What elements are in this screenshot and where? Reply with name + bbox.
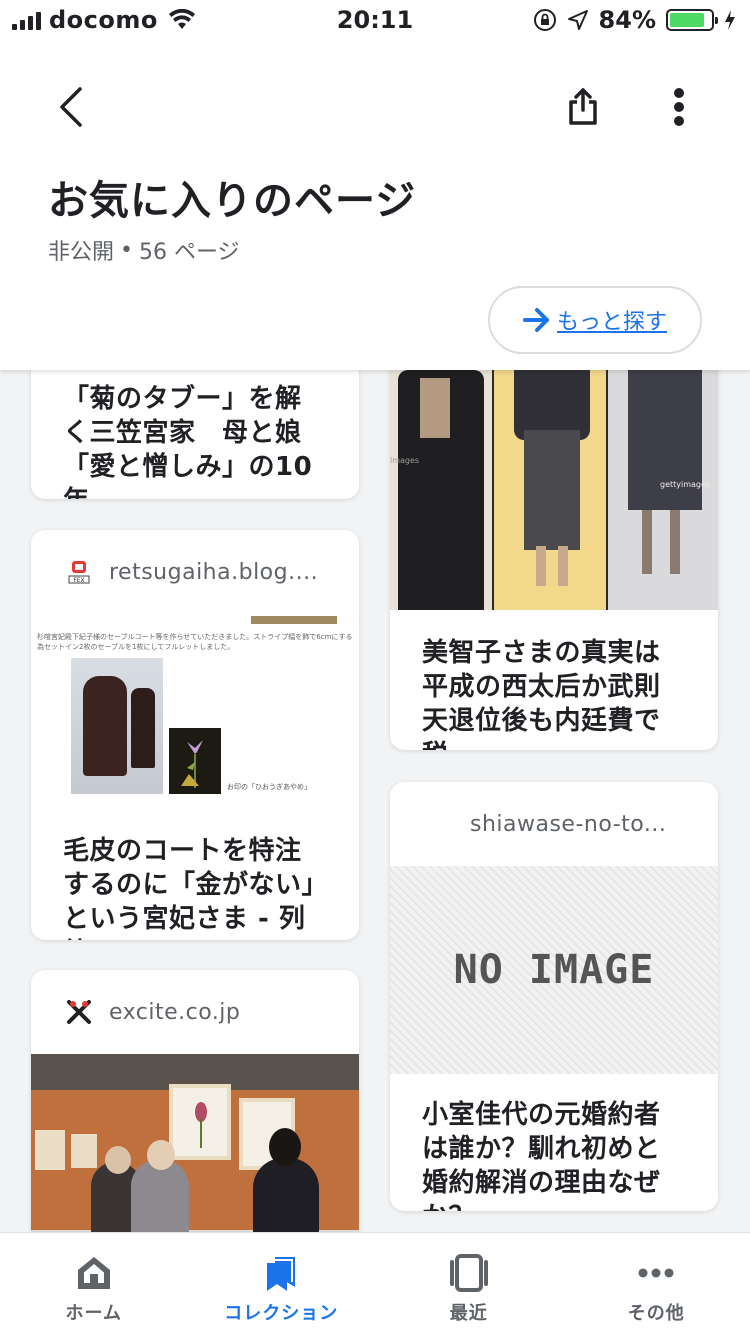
photo-panel: images (390, 370, 492, 610)
watermark: images (390, 456, 420, 465)
watermark: gettyimages (660, 480, 711, 489)
recent-icon (449, 1254, 488, 1292)
image-caption: 杉喧宮妃殿下紀子様のセーブルコート等を作らせていただきました。ストライプ幅を飾で… (37, 633, 353, 651)
card-image: images gettyimages (390, 370, 718, 610)
battery-percent: 84% (598, 6, 656, 34)
site-favicon-icon: FEX (65, 558, 93, 586)
page-title: お気に入りのページ (48, 178, 417, 224)
home-icon (77, 1257, 110, 1289)
more-vert-icon (674, 88, 684, 126)
card-image: NO IMAGE (390, 866, 718, 1074)
bottom-nav: ホーム コレクション 最近 その他 (0, 1232, 750, 1334)
nav-item-home[interactable]: ホーム (0, 1233, 188, 1334)
photo-panel (494, 370, 606, 610)
page-card[interactable]: 「菊のタブー」を解く三笠宮家 母と娘「愛と憎しみ」の10年… (31, 370, 359, 499)
nav-label: コレクション (224, 1303, 339, 1324)
collection-meta: 非公開 • 56 ページ (48, 234, 240, 266)
card-title: 「菊のタブー」を解く三笠宮家 母と娘「愛と憎しみ」の10年… (63, 384, 313, 499)
nav-item-more[interactable]: その他 (563, 1233, 750, 1334)
nav-label: 最近 (449, 1303, 488, 1324)
no-image-placeholder: NO IMAGE (453, 947, 655, 993)
status-right: 84% (533, 6, 736, 34)
back-button[interactable] (46, 82, 96, 132)
share-icon (569, 88, 597, 125)
person-figure (253, 1158, 319, 1232)
battery-fill (670, 13, 704, 27)
framed-painting (169, 1084, 231, 1160)
charging-icon (725, 10, 735, 30)
image-note: お印の「ひおうぎあやめ」 (227, 783, 311, 791)
chevron-left-icon (60, 87, 82, 127)
svg-text:FEX: FEX (73, 577, 84, 584)
share-button[interactable] (558, 82, 608, 132)
source-domain: shiawase-no-to... (470, 811, 667, 837)
card-source: shiawase-no-to... (390, 782, 718, 866)
collection-feed[interactable]: 「菊のタブー」を解く三笠宮家 母と娘「愛と憎しみ」の10年… FEX retsu… (0, 370, 750, 1232)
page-card[interactable]: excite.co.jp (31, 970, 359, 1232)
nav-label: ホーム (65, 1303, 122, 1324)
page-card[interactable]: FEX retsugaiha.blog.... 杉喧宮妃殿下紀子様のセーブルコー… (31, 530, 359, 940)
source-domain: excite.co.jp (109, 999, 241, 1025)
page-card[interactable]: shiawase-no-to... NO IMAGE 小室佳代の元婚約者は誰か？… (390, 782, 718, 1211)
source-domain: retsugaiha.blog.... (109, 559, 319, 585)
bookmarks-icon (267, 1257, 296, 1291)
site-favicon-icon (65, 998, 93, 1026)
nav-item-collections[interactable]: コレクション (188, 1233, 376, 1334)
card-title: 小室佳代の元婚約者は誰か？馴れ初めと婚約解消の理由なぜか？… (422, 1100, 661, 1211)
photo-panel: gettyimages (608, 370, 718, 610)
person-figure (131, 1160, 189, 1232)
card-image: 杉喧宮妃殿下紀子様のセーブルコート等を作らせていただきました。ストライプ幅を飾で… (31, 614, 359, 814)
rotation-lock-icon (533, 9, 556, 31)
page-count: 56 ページ (139, 240, 240, 265)
card-source: excite.co.jp (31, 970, 359, 1054)
location-icon (567, 10, 588, 30)
meta-separator: • (120, 237, 133, 263)
collection-header: お気に入りのページ 非公開 • 56 ページ もっと探す (0, 40, 750, 370)
page-card[interactable]: images gettyimages 美智子さまの真実は平成の西太后か武則天退位… (390, 370, 718, 750)
more-options-button[interactable] (654, 82, 704, 132)
battery-icon (666, 9, 718, 31)
card-title: 美智子さまの真実は平成の西太后か武則天退位後も内廷費で税… (422, 638, 661, 750)
card-title: 毛皮のコートを特注するのに「金がない」という宮妃さま - 列外… (63, 836, 316, 940)
arrow-right-icon (522, 308, 549, 332)
more-horiz-icon (638, 1268, 674, 1278)
card-source: FEX retsugaiha.blog.... (31, 530, 359, 614)
explore-more-label: もっと探す (556, 310, 667, 335)
explore-more-button[interactable]: もっと探す (488, 286, 702, 354)
nav-item-recent[interactable]: 最近 (375, 1233, 563, 1334)
card-image (31, 1054, 359, 1232)
iris-photo (169, 728, 221, 794)
visibility-label: 非公開 (48, 240, 115, 265)
status-bar: docomo 20:11 84% (0, 0, 750, 40)
coat-photo (71, 658, 163, 794)
nav-label: その他 (627, 1303, 685, 1324)
